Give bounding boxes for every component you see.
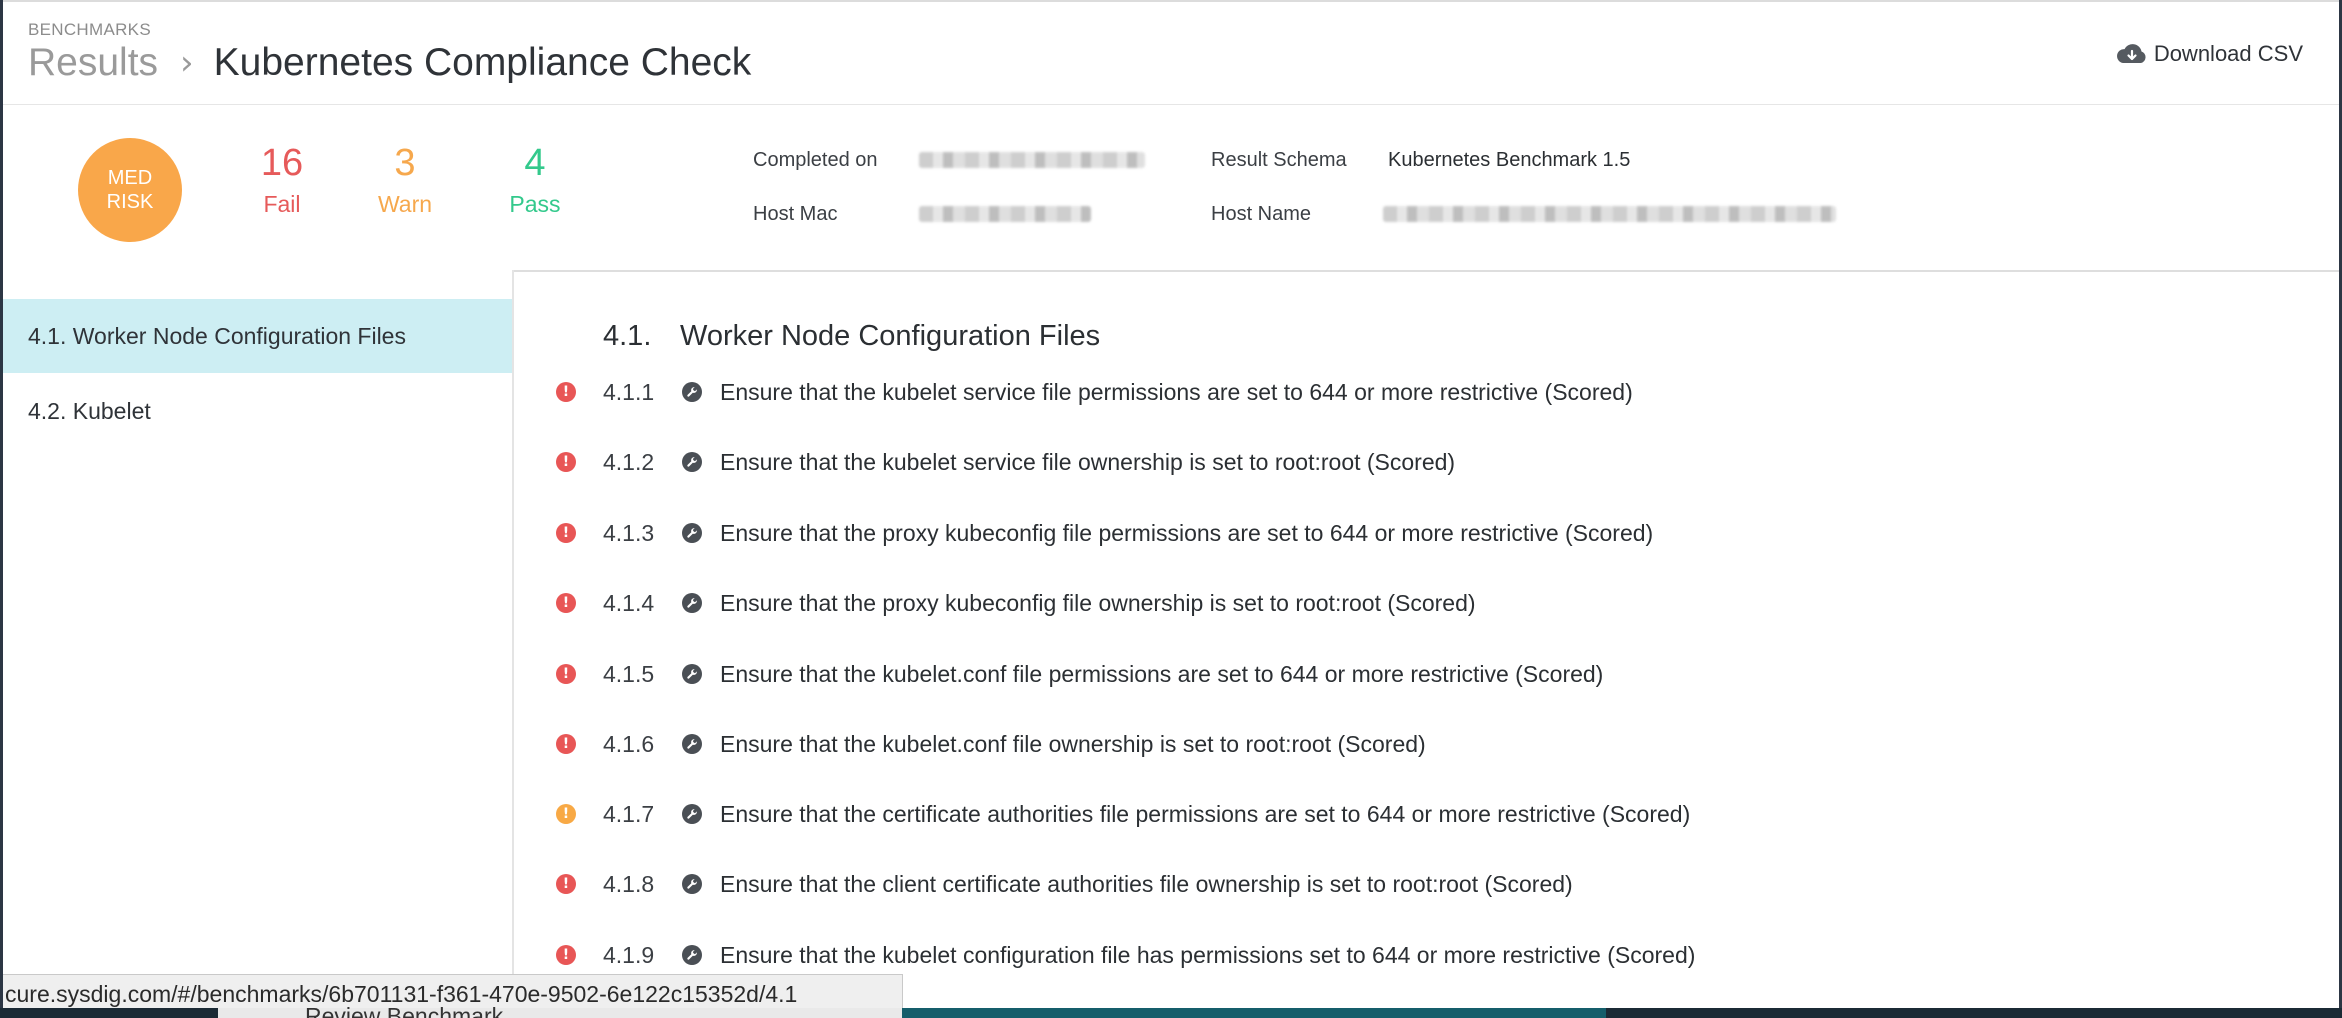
check-id: 4.1.6: [603, 730, 655, 757]
background-window-text: Review Benchmark: [305, 1006, 503, 1018]
check-id: 4.1.2: [603, 448, 655, 475]
background-window-panel-teal: [902, 1008, 1606, 1018]
host-mac-value-redacted: [919, 206, 1091, 222]
check-description: Ensure that the kubelet.conf file owners…: [720, 730, 1426, 757]
pass-label: Pass: [509, 191, 561, 217]
warn-count: 3: [394, 142, 416, 184]
risk-word: RISK: [106, 191, 154, 213]
breadcrumb: Results › Kubernetes Compliance Check: [28, 38, 751, 88]
check-description: Ensure that the kubelet.conf file permis…: [720, 660, 1604, 687]
wrench-icon[interactable]: [682, 874, 702, 894]
completed-on-value-redacted: [919, 152, 1145, 168]
warn-label: Warn: [377, 191, 433, 217]
check-row[interactable]: ! 4.1.8 Ensure that the client certificate…: [514, 864, 2339, 904]
wrench-icon[interactable]: [682, 452, 702, 472]
sidebar-item-worker-node-config[interactable]: 4.1. Worker Node Configuration Files: [3, 299, 512, 373]
download-csv-button[interactable]: Download CSV: [2116, 38, 2303, 70]
wrench-icon[interactable]: [682, 382, 702, 402]
check-id: 4.1.8: [603, 870, 655, 897]
warn-stat: 3 Warn: [345, 141, 465, 219]
check-row[interactable]: ! 4.1.9 Ensure that the kubelet configurat…: [514, 935, 2339, 975]
check-description: Ensure that the kubelet configuration fi…: [720, 941, 1696, 968]
check-row[interactable]: ! 4.1.1 Ensure that the kubelet service fi…: [514, 372, 2339, 412]
breadcrumb-separator: ›: [180, 43, 194, 83]
check-id: 4.1.5: [603, 660, 655, 687]
check-description: Ensure that the proxy kubeconfig file pe…: [720, 519, 1654, 546]
fail-status-icon: !: [556, 452, 576, 472]
download-csv-label: Download CSV: [2153, 41, 2303, 66]
fail-status-icon: !: [556, 664, 576, 684]
result-schema-value: Kubernetes Benchmark 1.5: [1388, 149, 1631, 171]
wrench-icon[interactable]: [682, 734, 702, 754]
check-description: Ensure that the proxy kubeconfig file ow…: [720, 589, 1476, 616]
check-id: 4.1.1: [603, 378, 655, 405]
result-schema-label: Result Schema: [1211, 149, 1347, 171]
warn-status-icon: !: [556, 804, 576, 824]
breadcrumb-results-link[interactable]: Results: [28, 41, 158, 85]
completed-on-label: Completed on: [753, 149, 878, 171]
pass-stat: 4 Pass: [475, 141, 595, 219]
section-title: Worker Node Configuration Files: [680, 320, 1101, 352]
cloud-download-icon: [2116, 44, 2146, 63]
wrench-icon[interactable]: [682, 804, 702, 824]
results-summary: MED RISK 16 Fail 3 Warn 4 Pass Completed…: [3, 105, 2339, 272]
check-row[interactable]: ! 4.1.2 Ensure that the kubelet service fi…: [514, 442, 2339, 482]
check-row[interactable]: ! 4.1.7 Ensure that the certificate author…: [514, 794, 2339, 834]
page-title: Kubernetes Compliance Check: [213, 41, 752, 84]
check-description: Ensure that the certificate authorities …: [720, 800, 1691, 827]
risk-level: MED: [107, 167, 153, 189]
page-header: BENCHMARKS Results › Kubernetes Complian…: [3, 2, 2339, 105]
wrench-icon[interactable]: [682, 664, 702, 684]
fail-stat: 16 Fail: [222, 141, 342, 219]
host-mac-label: Host Mac: [753, 203, 838, 225]
fail-status-icon: !: [556, 945, 576, 965]
pass-count: 4: [524, 142, 546, 184]
check-description: Ensure that the client certificate autho…: [720, 870, 1573, 897]
benchmark-results-page: BENCHMARKS Results › Kubernetes Complian…: [3, 0, 2339, 1014]
check-row[interactable]: ! 4.1.5 Ensure that the kubelet.conf file …: [514, 654, 2339, 694]
check-row[interactable]: ! 4.1.3 Ensure that the proxy kubeconfig f…: [514, 513, 2339, 553]
section-sidebar: 4.1. Worker Node Configuration Files 4.2…: [3, 270, 514, 1012]
fail-status-icon: !: [556, 593, 576, 613]
host-name-value-redacted: [1383, 206, 1836, 222]
section-number: 4.1.: [603, 320, 652, 352]
fail-status-icon: !: [556, 874, 576, 894]
fail-count: 16: [260, 142, 304, 184]
host-name-label: Host Name: [1211, 203, 1312, 225]
wrench-icon[interactable]: [682, 593, 702, 613]
wrench-icon[interactable]: [682, 945, 702, 965]
fail-label: Fail: [263, 191, 301, 217]
fail-status-icon: !: [556, 523, 576, 543]
check-id: 4.1.9: [603, 941, 655, 968]
sidebar-item-kubelet[interactable]: 4.2. Kubelet: [3, 374, 512, 448]
wrench-icon[interactable]: [682, 523, 702, 543]
section-heading: 4.1. Worker Node Configuration Files: [603, 320, 1100, 353]
check-description: Ensure that the kubelet service file own…: [720, 448, 1456, 475]
risk-badge: MED RISK: [78, 138, 182, 242]
check-description: Ensure that the kubelet service file per…: [720, 378, 1633, 405]
check-id: 4.1.3: [603, 519, 655, 546]
section-overline: BENCHMARKS: [28, 20, 151, 39]
check-id: 4.1.4: [603, 589, 655, 616]
section-content: 4.1. Worker Node Configuration Files ! 4.…: [514, 270, 2339, 1012]
fail-status-icon: !: [556, 382, 576, 402]
check-row[interactable]: ! 4.1.6 Ensure that the kubelet.conf file …: [514, 724, 2339, 764]
fail-status-icon: !: [556, 734, 576, 754]
check-row[interactable]: ! 4.1.4 Ensure that the proxy kubeconfig f…: [514, 583, 2339, 623]
check-id: 4.1.7: [603, 800, 655, 827]
